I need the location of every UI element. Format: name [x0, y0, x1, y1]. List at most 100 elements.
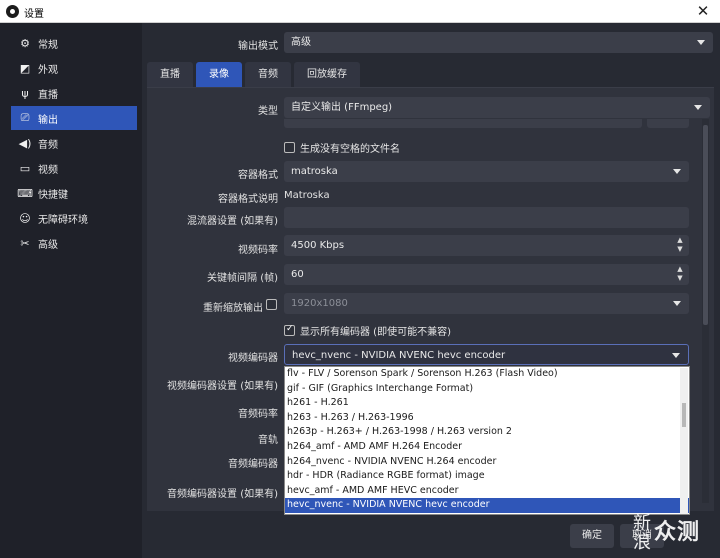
- monitor-icon: ▭: [19, 161, 31, 175]
- list-item[interactable]: h261 - H.261: [285, 396, 689, 411]
- video-bitrate-spinbox[interactable]: 4500 Kbps ▲ ▼: [284, 235, 689, 256]
- browse-button-clipped[interactable]: [647, 119, 689, 128]
- list-item[interactable]: h264_nvenc - NVIDIA NVENC H.264 encoder: [285, 455, 689, 470]
- panel-scrollbar-thumb[interactable]: [703, 125, 708, 325]
- container-format-label: 容器格式: [238, 170, 278, 181]
- show-all-codecs-row[interactable]: 显示所有编码器 (即使可能不兼容): [284, 323, 451, 338]
- audio-encoder-label: 音频编码器: [228, 459, 278, 470]
- output-tabs: 直播 录像 音频 回放缓存: [147, 62, 363, 87]
- sidebar-item-label: 快捷键: [38, 189, 68, 201]
- list-item[interactable]: h264_amf - AMD AMF H.264 Encoder: [285, 440, 689, 455]
- type-select[interactable]: 自定义输出 (FFmpeg): [284, 97, 710, 118]
- keyframe-interval-spinbox[interactable]: 60 ▲ ▼: [284, 264, 689, 285]
- list-item[interactable]: hevc_amf - AMD AMF HEVC encoder: [285, 484, 689, 499]
- video-encoder-label: 视频编码器: [228, 353, 278, 364]
- list-item[interactable]: hdr - HDR (Radiance RGBE format) image: [285, 469, 689, 484]
- sidebar-item-label: 无障碍环境: [38, 214, 88, 226]
- show-all-codecs-checkbox[interactable]: [284, 324, 295, 336]
- keyframe-interval-value: 60: [291, 269, 304, 280]
- output-icon: ⎚: [20, 111, 30, 124]
- tools-icon: ✂: [20, 236, 30, 250]
- dropdown-scrollbar-thumb[interactable]: [682, 403, 686, 427]
- sidebar-item-label: 音频: [38, 139, 58, 151]
- sidebar-item-label: 视频: [38, 164, 58, 176]
- dropdown-scrollbar-track[interactable]: [680, 368, 688, 514]
- sidebar-item-label: 输出: [38, 114, 58, 126]
- chevron-down-icon: [694, 105, 702, 110]
- spinner-arrows-icon[interactable]: ▲ ▼: [674, 236, 686, 255]
- keyboard-icon: ⌨: [17, 186, 33, 200]
- rescale-output-label: 重新缩放输出: [203, 303, 263, 314]
- sidebar-item-video[interactable]: ▭ 视频: [11, 156, 137, 180]
- sidebar-item-label: 常规: [38, 39, 58, 51]
- output-mode-value: 高级: [291, 37, 311, 48]
- close-icon[interactable]: ✕: [686, 0, 720, 23]
- rescale-output-select[interactable]: 1920x1080: [284, 293, 689, 314]
- spinner-arrows-icon[interactable]: ▲ ▼: [674, 265, 686, 284]
- keyframe-interval-label: 关键帧间隔 (帧): [207, 273, 278, 284]
- settings-sidebar: ⚙ 常规 ◩ 外观 ψ 直播 ⎚ 输出 ◀) 音频 ▭ 视频 ⌨ 快捷键 ☺ 无障碍环境 ✂ 高级: [0, 23, 142, 558]
- audio-bitrate-label: 音频码率: [238, 409, 278, 420]
- appearance-icon: ◩: [19, 61, 31, 75]
- muxer-settings-label: 混流器设置 (如果有): [187, 216, 278, 227]
- video-encoder-dropdown-list[interactable]: flv - FLV / Sorenson Spark / Sorenson H.…: [284, 366, 690, 515]
- ok-button[interactable]: 确定: [570, 524, 614, 548]
- container-desc-value: Matroska: [284, 190, 330, 201]
- sidebar-item-audio[interactable]: ◀) 音频: [11, 131, 137, 155]
- sidebar-item-label: 高级: [38, 239, 58, 251]
- list-item[interactable]: flv - FLV / Sorenson Spark / Sorenson H.…: [285, 367, 689, 382]
- tab-streaming[interactable]: 直播: [147, 62, 193, 87]
- video-encoder-settings-label: 视频编码器设置 (如果有): [167, 381, 278, 392]
- speaker-icon: ◀): [18, 136, 32, 150]
- tab-recording[interactable]: 录像: [196, 62, 242, 87]
- video-bitrate-value: 4500 Kbps: [291, 240, 345, 251]
- chevron-down-icon: [673, 169, 681, 174]
- output-mode-select[interactable]: 高级: [284, 32, 713, 53]
- tab-audio[interactable]: 音频: [245, 62, 291, 87]
- accessibility-icon: ☺: [19, 211, 31, 225]
- sidebar-item-label: 直播: [38, 89, 58, 101]
- watermark-text-a: 新浪: [633, 513, 651, 553]
- list-item-selected[interactable]: hevc_nvenc - NVIDIA NVENC hevc encoder: [285, 498, 689, 513]
- window-title: 设置: [24, 9, 44, 20]
- audio-encoder-settings-label: 音频编码器设置 (如果有): [167, 489, 278, 500]
- container-desc-label: 容器格式说明: [218, 194, 278, 205]
- obs-logo-icon: [6, 5, 19, 18]
- sidebar-item-advanced[interactable]: ✂ 高级: [11, 231, 137, 255]
- tab-replay-buffer[interactable]: 回放缓存: [294, 62, 360, 87]
- sidebar-item-stream[interactable]: ψ 直播: [11, 81, 137, 105]
- muxer-settings-input[interactable]: [284, 207, 689, 228]
- no-space-filename-label: 生成没有空格的文件名: [300, 144, 400, 155]
- list-item[interactable]: gif - GIF (Graphics Interchange Format): [285, 382, 689, 397]
- sidebar-item-accessibility[interactable]: ☺ 无障碍环境: [11, 206, 137, 230]
- sidebar-item-appearance[interactable]: ◩ 外观: [11, 56, 137, 80]
- sidebar-item-output[interactable]: ⎚ 输出: [11, 106, 137, 130]
- sina-watermark: 新浪 众测: [632, 512, 714, 554]
- audio-track-label: 音轨: [258, 435, 278, 446]
- chevron-down-icon: [673, 301, 681, 306]
- no-space-filename-checkbox[interactable]: [284, 142, 295, 153]
- antenna-icon: ψ: [21, 86, 29, 100]
- chevron-down-icon: [697, 40, 705, 45]
- watermark-text-b: 众测: [654, 520, 701, 545]
- video-encoder-select[interactable]: hevc_nvenc - NVIDIA NVENC hevc encoder: [284, 344, 689, 365]
- list-item[interactable]: h263p - H.263+ / H.263-1998 / H.263 vers…: [285, 425, 689, 440]
- type-value: 自定义输出 (FFmpeg): [291, 102, 393, 113]
- sidebar-item-hotkeys[interactable]: ⌨ 快捷键: [11, 181, 137, 205]
- show-all-codecs-label: 显示所有编码器 (即使可能不兼容): [300, 327, 451, 338]
- gear-icon: ⚙: [20, 36, 30, 50]
- list-item[interactable]: h263 - H.263 / H.263-1996: [285, 411, 689, 426]
- chevron-down-icon: [672, 353, 680, 358]
- video-encoder-value: hevc_nvenc - NVIDIA NVENC hevc encoder: [292, 350, 506, 361]
- title-bar: 设置 ✕: [0, 0, 720, 23]
- rescale-output-checkbox[interactable]: [266, 299, 277, 310]
- container-format-select[interactable]: matroska: [284, 161, 689, 182]
- type-label: 类型: [258, 106, 278, 117]
- video-bitrate-label: 视频码率: [238, 245, 278, 256]
- no-space-filename-row[interactable]: 生成没有空格的文件名: [284, 140, 400, 155]
- sidebar-item-general[interactable]: ⚙ 常规: [11, 31, 137, 55]
- container-format-value: matroska: [291, 166, 338, 177]
- sidebar-item-label: 外观: [38, 64, 58, 76]
- rescale-output-value: 1920x1080: [291, 298, 348, 309]
- path-field-clipped[interactable]: [284, 119, 642, 128]
